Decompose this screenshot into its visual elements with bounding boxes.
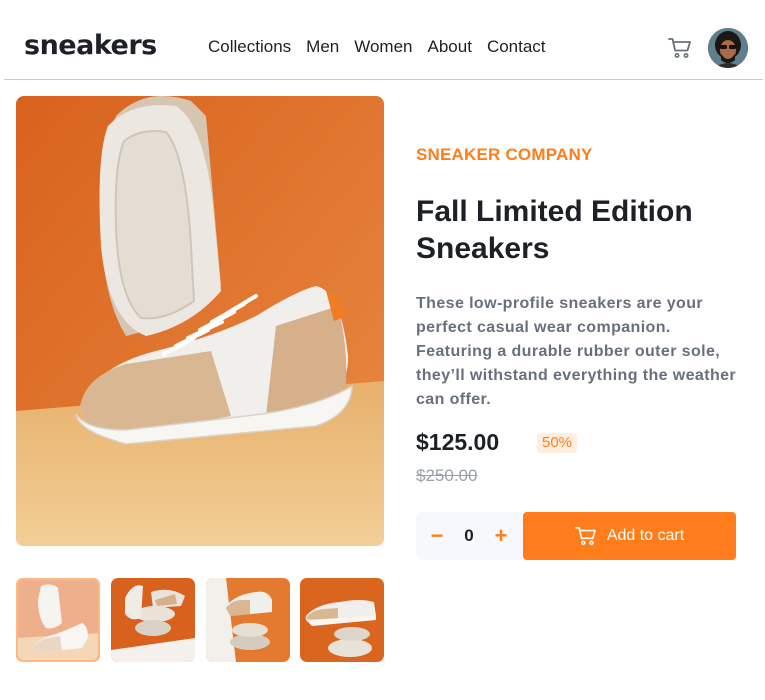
quantity-stepper: − 0 + xyxy=(416,512,524,560)
product-main-image[interactable] xyxy=(16,96,384,546)
add-to-cart-button[interactable]: Add to cart xyxy=(523,512,736,560)
product-thumbnail-2[interactable] xyxy=(111,578,195,662)
thumbnail-image-1 xyxy=(16,578,100,662)
discount-badge: 50% xyxy=(537,433,578,453)
nav-link-about[interactable]: About xyxy=(428,36,472,58)
current-price: $125.00 xyxy=(416,429,500,455)
cart-icon xyxy=(574,527,596,546)
increase-quantity-button[interactable]: + xyxy=(486,512,516,560)
avatar-image xyxy=(708,28,748,68)
cart-icon[interactable] xyxy=(668,37,692,59)
header-divider xyxy=(4,79,763,80)
product-description: These low-profile sneakers are your perf… xyxy=(416,295,737,408)
thumbnail-image-3 xyxy=(206,578,290,662)
nav-link-men[interactable]: Men xyxy=(306,36,339,58)
avatar[interactable] xyxy=(708,28,748,68)
site-header: sneakers Collections Men Women About Con… xyxy=(0,0,765,80)
quantity-value: 0 xyxy=(464,526,474,545)
cart-icon-graphic xyxy=(668,38,691,58)
product-thumbnail-4[interactable] xyxy=(300,578,384,662)
nav-link-women[interactable]: Women xyxy=(354,36,412,58)
product-title: Fall Limited Edition Sneakers xyxy=(416,195,693,265)
original-price: $250.00 xyxy=(416,466,478,485)
thumbnail-image-4 xyxy=(300,578,384,662)
logo[interactable]: sneakers xyxy=(24,28,157,64)
nav-link-contact[interactable]: Contact xyxy=(487,36,546,58)
product-thumbnail-1[interactable] xyxy=(16,578,100,662)
main-nav: Collections Men Women About Contact xyxy=(208,36,561,58)
add-to-cart-label: Add to cart xyxy=(606,527,685,544)
product-thumbnail-3[interactable] xyxy=(206,578,290,662)
sneaker-photo xyxy=(16,96,384,546)
nav-link-collections[interactable]: Collections xyxy=(208,36,291,58)
thumbnail-strip xyxy=(16,578,384,662)
thumbnail-image-2 xyxy=(111,578,195,662)
decrease-quantity-button[interactable]: − xyxy=(422,512,452,560)
company-name: SNEAKER COMPANY xyxy=(416,145,593,164)
